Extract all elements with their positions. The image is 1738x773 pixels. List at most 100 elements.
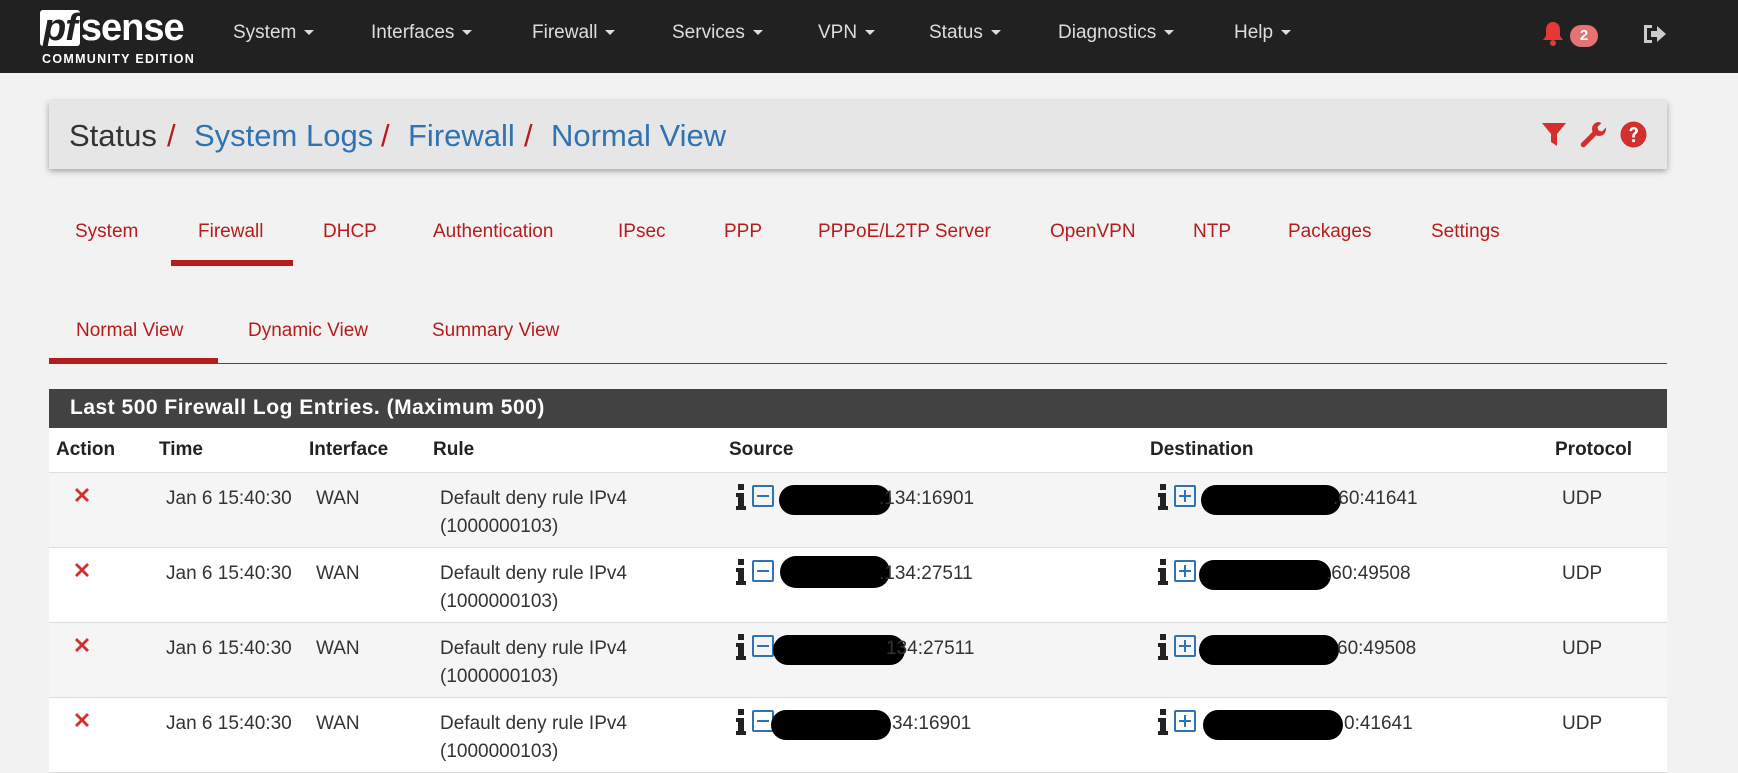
- log-destination: 0:41641: [1344, 713, 1413, 734]
- info-icon[interactable]: [1157, 709, 1169, 735]
- firewall-log-panel: Last 500 Firewall Log Entries. (Maximum …: [49, 389, 1667, 773]
- tab-pppoe-l2tp-server[interactable]: PPPoE/L2TP Server: [818, 221, 991, 243]
- tab-settings[interactable]: Settings: [1431, 221, 1500, 243]
- log-rule[interactable]: Default deny rule IPv4 (1000000103): [440, 485, 627, 541]
- nav-status[interactable]: Status: [929, 22, 1001, 44]
- info-icon[interactable]: [735, 484, 747, 510]
- tab-system[interactable]: System: [75, 221, 138, 243]
- log-rule[interactable]: Default deny rule IPv4 (1000000103): [440, 560, 627, 616]
- expand-plus-icon[interactable]: [1174, 710, 1196, 732]
- log-interface: WAN: [316, 638, 360, 659]
- log-time: Jan 6 15:40:30: [166, 488, 292, 509]
- nav-vpn[interactable]: VPN: [818, 22, 876, 44]
- breadcrumb-firewall[interactable]: Firewall: [408, 118, 515, 154]
- info-icon[interactable]: [1157, 634, 1169, 660]
- nav-services[interactable]: Services: [672, 22, 763, 44]
- log-destination: .60:41641: [1333, 488, 1418, 509]
- expand-plus-icon[interactable]: [1174, 485, 1196, 507]
- filter-icon[interactable]: [1541, 121, 1567, 148]
- expand-plus-icon[interactable]: [1174, 635, 1196, 657]
- block-x-icon[interactable]: [73, 636, 91, 654]
- column-header-action[interactable]: Action: [56, 439, 115, 461]
- log-source: .134:16901: [879, 488, 975, 509]
- log-destination: 60:49508: [1337, 638, 1417, 659]
- logo-suffix: sense: [80, 7, 185, 49]
- top-navbar: pf sense COMMUNITY EDITION System Interfa…: [0, 0, 1738, 73]
- redaction-mark: [1199, 635, 1339, 665]
- chevron-down-icon: [1281, 30, 1292, 36]
- breadcrumb-normal-view[interactable]: Normal View: [551, 118, 726, 154]
- log-source: .134:27511: [879, 563, 973, 584]
- chevron-down-icon: [462, 30, 473, 36]
- tab-ipsec[interactable]: IPsec: [618, 221, 666, 243]
- tab-authentication[interactable]: Authentication: [433, 221, 553, 243]
- log-source: 134:27511: [886, 638, 975, 659]
- log-protocol: UDP: [1562, 563, 1603, 584]
- column-header-protocol[interactable]: Protocol: [1555, 439, 1632, 461]
- redaction-mark: [771, 710, 891, 740]
- info-icon[interactable]: [735, 709, 747, 735]
- column-header-rule[interactable]: Rule: [433, 439, 474, 461]
- chevron-down-icon: [752, 30, 763, 36]
- expand-plus-icon[interactable]: [1174, 560, 1196, 582]
- bell-icon[interactable]: [1541, 20, 1565, 46]
- pfsense-logo[interactable]: pf sense COMMUNITY EDITION: [40, 6, 200, 68]
- block-x-icon[interactable]: [73, 711, 91, 729]
- collapse-minus-icon[interactable]: [752, 635, 774, 657]
- wrench-icon[interactable]: [1580, 121, 1607, 148]
- log-destination: .60:49508: [1326, 563, 1411, 584]
- column-header-source[interactable]: Source: [729, 439, 793, 461]
- chevron-down-icon: [990, 30, 1001, 36]
- chevron-down-icon: [605, 30, 616, 36]
- tab-ntp[interactable]: NTP: [1193, 221, 1231, 243]
- collapse-minus-icon[interactable]: [752, 560, 774, 582]
- log-time: Jan 6 15:40:30: [166, 713, 292, 734]
- column-header-destination[interactable]: Destination: [1150, 439, 1253, 461]
- column-header-interface[interactable]: Interface: [309, 439, 388, 461]
- active-tab-indicator: [171, 260, 293, 266]
- block-x-icon[interactable]: [73, 561, 91, 579]
- notification-badge[interactable]: 2: [1570, 25, 1598, 47]
- info-icon[interactable]: [735, 559, 747, 585]
- subtab-normal-view[interactable]: Normal View: [76, 320, 183, 342]
- log-protocol: UDP: [1562, 713, 1603, 734]
- nav-firewall[interactable]: Firewall: [532, 22, 616, 44]
- redaction-mark: [780, 556, 890, 588]
- breadcrumb-separator: /: [524, 118, 533, 153]
- tab-firewall[interactable]: Firewall: [198, 221, 263, 243]
- help-icon[interactable]: [1620, 121, 1647, 148]
- info-icon[interactable]: [735, 634, 747, 660]
- tab-openvpn[interactable]: OpenVPN: [1050, 221, 1136, 243]
- log-source: 34:16901: [892, 713, 972, 734]
- block-x-icon[interactable]: [73, 486, 91, 504]
- tab-dhcp[interactable]: DHCP: [323, 221, 377, 243]
- tab-packages[interactable]: Packages: [1288, 221, 1371, 243]
- panel-heading: Last 500 Firewall Log Entries. (Maximum …: [49, 389, 1667, 428]
- logo-prefix: pf: [40, 9, 80, 47]
- nav-interfaces[interactable]: Interfaces: [371, 22, 473, 44]
- tab-ppp[interactable]: PPP: [724, 221, 762, 243]
- log-time: Jan 6 15:40:30: [166, 638, 292, 659]
- table-row: Jan 6 15:40:30 WAN Default deny rule IPv…: [49, 548, 1667, 623]
- table-row: Jan 6 15:40:30 WAN Default deny rule IPv…: [49, 623, 1667, 698]
- breadcrumb-root: Status: [69, 118, 157, 153]
- nav-diagnostics[interactable]: Diagnostics: [1058, 22, 1175, 44]
- subtab-dynamic-view[interactable]: Dynamic View: [248, 320, 368, 342]
- nav-help[interactable]: Help: [1234, 22, 1292, 44]
- info-icon[interactable]: [1157, 559, 1169, 585]
- nav-system[interactable]: System: [233, 22, 315, 44]
- chevron-down-icon: [1164, 30, 1175, 36]
- log-interface: WAN: [316, 488, 360, 509]
- logo-wordmark: pf sense: [40, 6, 185, 50]
- info-icon[interactable]: [1157, 484, 1169, 510]
- logout-icon[interactable]: [1641, 22, 1667, 46]
- breadcrumb-system-logs[interactable]: System Logs: [194, 118, 373, 154]
- collapse-minus-icon[interactable]: [752, 485, 774, 507]
- column-header-time[interactable]: Time: [159, 439, 203, 461]
- breadcrumb-separator: /: [381, 118, 390, 153]
- log-rule[interactable]: Default deny rule IPv4 (1000000103): [440, 710, 627, 766]
- subtab-summary-view[interactable]: Summary View: [432, 320, 559, 342]
- log-rule[interactable]: Default deny rule IPv4 (1000000103): [440, 635, 627, 691]
- logo-subtitle: COMMUNITY EDITION: [42, 52, 196, 66]
- redaction-mark: [779, 485, 891, 515]
